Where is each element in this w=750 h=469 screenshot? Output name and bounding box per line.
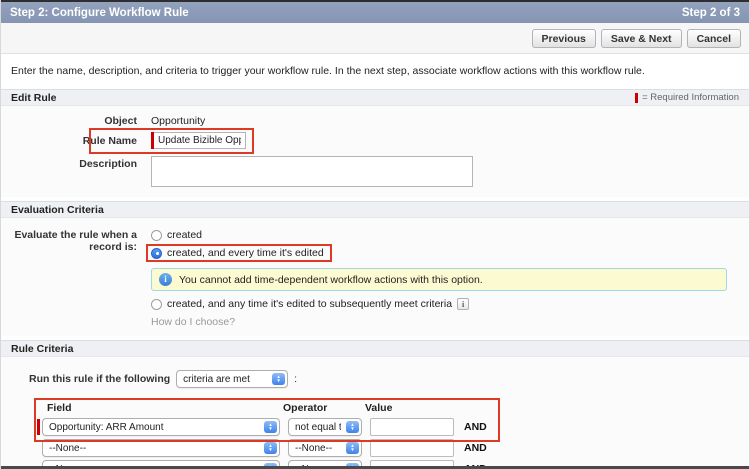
object-value: Opportunity (151, 115, 206, 127)
select-stepper-icon: ▲▼ (272, 373, 286, 385)
select-stepper-icon: ▲▼ (264, 421, 277, 433)
select-stepper-icon: ▲▼ (264, 442, 277, 454)
operator-select-2[interactable]: --None-- ▲ ▼ (288, 439, 362, 457)
field-select-1[interactable]: Opportunity: ARR Amount ▲ ▼ (42, 418, 280, 436)
how-do-i-choose-link[interactable]: How do I choose? (151, 316, 235, 328)
select-stepper-icon: ▲▼ (346, 442, 359, 454)
radio-created-label: created (167, 229, 203, 241)
select-stepper-icon: ▲▼ (346, 421, 359, 433)
evaluation-criteria-section: Evaluation Criteria Evaluate the rule wh… (1, 201, 749, 336)
radio-option-created-every-edit[interactable]: created, and every time it's edited (146, 244, 332, 262)
rule-name-input[interactable] (154, 132, 246, 149)
description-textarea[interactable] (151, 156, 473, 187)
description-label: Description (79, 158, 137, 170)
radio-created-every-edit[interactable] (151, 247, 162, 259)
rule-name-label: Rule Name (82, 135, 137, 147)
operator-column-header: Operator (283, 402, 328, 414)
field-column-header: Field (47, 402, 72, 414)
edit-rule-body: Object Opportunity Rule Name Description (1, 106, 749, 197)
run-rule-row: Run this rule if the following criteria … (29, 370, 739, 388)
save-next-button-top[interactable]: Save & Next (600, 29, 682, 48)
required-information-legend: = Required Information (635, 92, 739, 103)
top-toolbar: Previous Save & Next Cancel (1, 23, 749, 54)
criteria-mode-select[interactable]: criteria are met ▲ ▼ (176, 370, 289, 388)
object-label: Object (104, 115, 137, 127)
page-header: Step 2: Configure Workflow Rule Step 2 o… (1, 2, 749, 23)
value-input-1[interactable] (370, 418, 454, 436)
required-indicator-icon (37, 419, 40, 435)
rule-criteria-section-header: Rule Criteria (1, 340, 749, 357)
cancel-button-top[interactable]: Cancel (686, 29, 741, 48)
section-title: Edit Rule (11, 91, 57, 104)
evaluation-criteria-section-header: Evaluation Criteria (1, 201, 749, 218)
radio-option-created[interactable]: created (151, 229, 202, 241)
field-select-2[interactable]: --None-- ▲ ▼ (42, 439, 280, 457)
edit-rule-section: Edit Rule = Required Information Object … (1, 89, 749, 197)
criteria-row-2: --None-- ▲ ▼ --None-- ▲ ▼ AND (37, 439, 517, 457)
operator-select-1[interactable]: not equal to ▲▼ (288, 418, 362, 436)
radio-subsequently-meet-label: created, and any time it's edited to sub… (167, 298, 453, 310)
connector-label: AND (464, 442, 487, 454)
connector-label: AND (464, 421, 487, 433)
section-title: Rule Criteria (11, 342, 74, 355)
radio-subsequently-meet[interactable] (151, 298, 162, 310)
info-icon: i (159, 273, 172, 286)
object-row: Object Opportunity (11, 113, 739, 127)
evaluation-criteria-body: Evaluate the rule when a record is: crea… (1, 218, 749, 336)
section-title: Evaluation Criteria (11, 203, 104, 216)
value-input-2[interactable] (370, 439, 454, 457)
run-rule-suffix: : (294, 373, 298, 385)
edit-rule-section-header: Edit Rule = Required Information (1, 89, 749, 106)
criteria-row-1: Opportunity: ARR Amount ▲▼ not equal to … (37, 418, 517, 436)
info-icon-small[interactable]: i (457, 298, 470, 310)
description-row: Description (11, 156, 739, 187)
criteria-column-headers: Field Operator Value (37, 402, 517, 414)
run-rule-label: Run this rule if the following (29, 373, 171, 385)
rule-name-row: Rule Name (11, 128, 739, 154)
radio-option-subsequently-meet[interactable]: created, and any time it's edited to sub… (151, 298, 470, 310)
evaluate-rule-label: Evaluate the rule when a record is: (14, 229, 137, 253)
intro-text: Enter the name, description, and criteri… (11, 65, 645, 77)
time-dependent-warning-box: i You cannot add time-dependent workflow… (151, 268, 727, 291)
step-indicator: Step 2 of 3 (681, 6, 740, 19)
rule-criteria-body: Run this rule if the following criteria … (1, 357, 749, 469)
radio-created[interactable] (151, 229, 162, 241)
value-column-header: Value (365, 402, 393, 414)
radio-created-every-edit-label: created, and every time it's edited (167, 247, 324, 259)
criteria-table: Field Operator Value Opportunity: ARR Am… (34, 398, 517, 469)
workflow-rule-setup-page: Step 2: Configure Workflow Rule Step 2 o… (0, 0, 750, 469)
previous-button-top[interactable]: Previous (531, 29, 596, 48)
page-title: Step 2: Configure Workflow Rule (10, 6, 189, 19)
warning-text: You cannot add time-dependent workflow a… (179, 273, 483, 286)
rule-criteria-section: Rule Criteria Run this rule if the follo… (1, 340, 749, 469)
required-indicator-icon (635, 92, 639, 103)
